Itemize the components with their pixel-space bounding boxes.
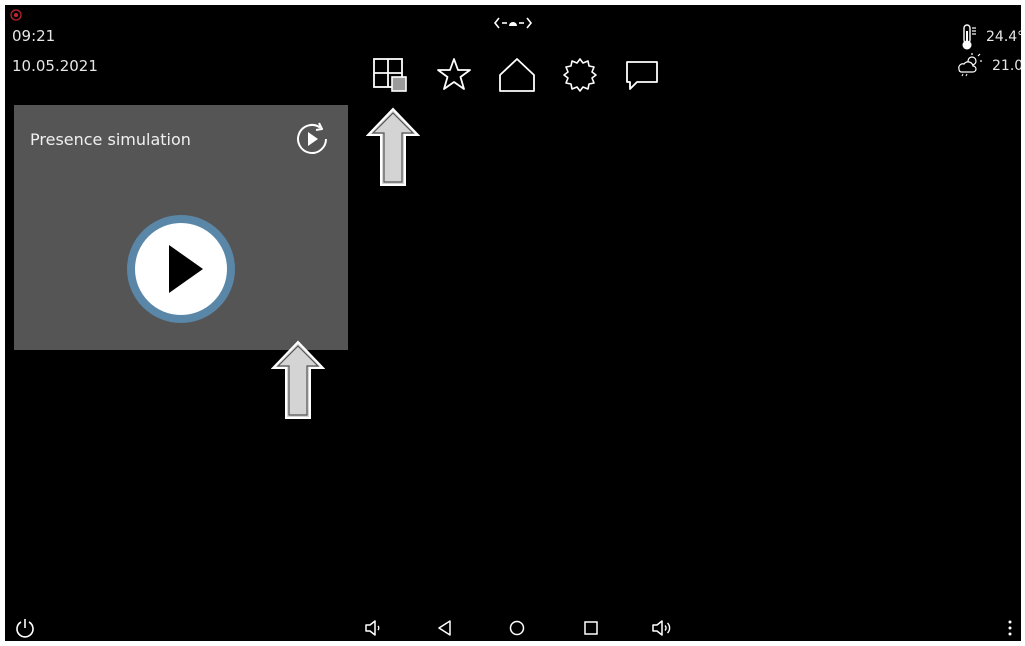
outdoor-temperature: 21.0° [992, 58, 1021, 74]
presence-simulation-card[interactable]: Presence simulation [14, 105, 348, 350]
annotation-arrow [271, 340, 325, 419]
screen: 09:21 10.05.2021 24.4° 21.0 Presence sim… [5, 5, 1021, 641]
gear-icon[interactable] [561, 56, 599, 94]
power-icon[interactable] [14, 617, 36, 639]
star-icon[interactable] [435, 56, 473, 94]
volume-down-icon[interactable] [362, 617, 384, 639]
partly-cloudy-icon [958, 53, 982, 77]
clock-time: 09:21 [12, 27, 56, 45]
recents-icon[interactable] [580, 617, 602, 639]
home-icon[interactable] [498, 56, 536, 94]
thermometer-icon [962, 24, 976, 50]
clock-date: 10.05.2021 [12, 57, 98, 75]
logo-icon [493, 17, 533, 29]
more-icon[interactable] [999, 617, 1021, 639]
play-icon[interactable] [125, 213, 237, 325]
replay-icon[interactable] [292, 119, 332, 159]
annotation-arrow [366, 107, 420, 186]
home-circle-icon[interactable] [506, 617, 528, 639]
chat-icon[interactable] [623, 56, 661, 94]
back-icon[interactable] [434, 617, 456, 639]
indoor-temperature: 24.4° [986, 29, 1021, 45]
volume-up-icon[interactable] [650, 617, 672, 639]
card-title: Presence simulation [30, 130, 191, 149]
recording-dot-icon [10, 9, 22, 21]
tiles-icon[interactable] [370, 56, 408, 94]
